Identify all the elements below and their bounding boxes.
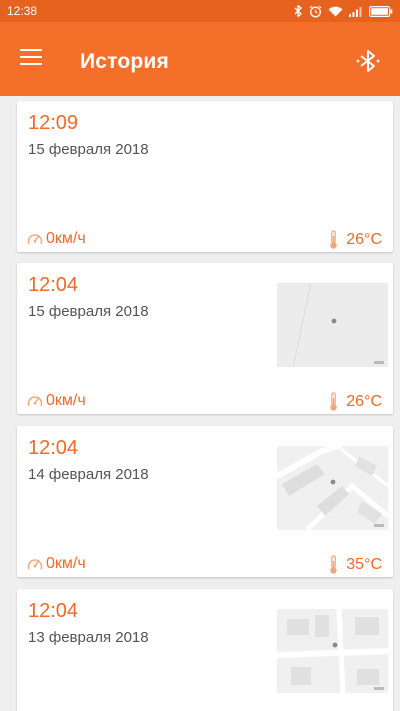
alarm-icon <box>309 5 322 18</box>
history-card[interactable]: 12:09 15 февраля 2018 0км/ч 26°C <box>17 101 393 252</box>
speed-value: 0км/ч <box>46 392 86 409</box>
history-card[interactable]: 12:04 14 февраля 2018 0км/ч 35°C <box>17 426 393 577</box>
speedometer-icon <box>27 396 43 407</box>
card-date: 15 февраля 2018 <box>28 141 149 158</box>
card-speed: 0км/ч <box>27 555 86 573</box>
history-list[interactable]: 12:09 15 февраля 2018 0км/ч 26°C 12:04 1… <box>0 96 400 711</box>
bluetooth-icon[interactable] <box>355 48 381 74</box>
history-card[interactable]: 12:04 13 февраля 2018 <box>17 589 393 711</box>
page-title: История <box>80 50 169 73</box>
speedometer-icon <box>27 234 43 245</box>
temperature-value: 26°C <box>346 393 382 410</box>
thermometer-icon <box>330 555 337 574</box>
card-date: 13 февраля 2018 <box>28 629 149 646</box>
history-card[interactable]: 12:04 15 февраля 2018 0км/ч 26°C <box>17 263 393 414</box>
speed-value: 0км/ч <box>46 555 86 572</box>
map-thumbnail[interactable] <box>277 283 388 367</box>
app-bar: История <box>0 22 400 96</box>
thermometer-icon <box>330 392 337 411</box>
card-time: 12:09 <box>28 112 79 134</box>
status-time: 12:38 <box>7 4 38 18</box>
card-temperature: 35°C <box>329 555 382 575</box>
temperature-value: 26°C <box>346 231 382 248</box>
temperature-value: 35°C <box>346 556 382 573</box>
wifi-icon <box>328 6 343 17</box>
card-temperature: 26°C <box>329 392 382 412</box>
card-temperature: 26°C <box>329 230 382 250</box>
speedometer-icon <box>27 559 43 570</box>
bluetooth-status-icon <box>294 5 303 17</box>
speed-value: 0км/ч <box>46 230 86 247</box>
battery-icon <box>369 5 393 17</box>
map-thumbnail[interactable] <box>277 609 388 693</box>
thermometer-icon <box>330 230 337 249</box>
card-time: 12:04 <box>28 274 79 296</box>
hamburger-menu-icon[interactable] <box>20 49 42 67</box>
card-speed: 0км/ч <box>27 230 86 248</box>
map-thumbnail[interactable] <box>277 446 388 530</box>
signal-icon <box>349 6 363 17</box>
card-time: 12:04 <box>28 437 79 459</box>
card-time: 12:04 <box>28 600 79 622</box>
card-date: 14 февраля 2018 <box>28 466 149 483</box>
status-bar: 12:38 <box>0 0 400 22</box>
card-speed: 0км/ч <box>27 392 86 410</box>
status-icons <box>294 5 393 18</box>
card-date: 15 февраля 2018 <box>28 303 149 320</box>
